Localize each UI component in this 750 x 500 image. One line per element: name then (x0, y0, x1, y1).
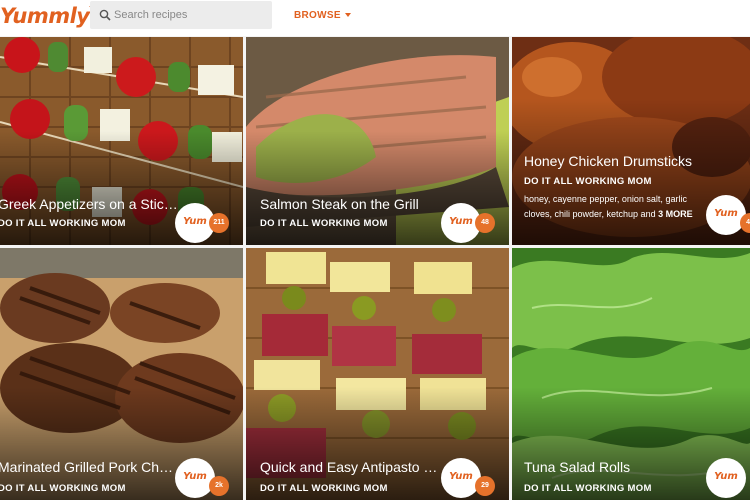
recipe-card-tuna-salad[interactable]: Tuna Salad Rolls DO IT ALL WORKING MOM Y… (512, 248, 750, 500)
top-bar: YummlyTM BROWSE (0, 0, 750, 36)
yum-count: 48 (475, 213, 495, 233)
recipe-title[interactable]: Marinated Grilled Pork Ch… (0, 459, 173, 475)
recipe-card-pork-chops[interactable]: Marinated Grilled Pork Ch… DO IT ALL WOR… (0, 248, 243, 500)
recipe-source[interactable]: DO IT ALL WORKING MOM (260, 483, 388, 494)
recipe-source[interactable]: DO IT ALL WORKING MOM (0, 218, 126, 229)
recipe-title[interactable]: Greek Appetizers on a Stic… (0, 196, 178, 212)
browse-label: BROWSE (294, 10, 341, 21)
yum-button[interactable]: Yum (441, 458, 481, 498)
more-ingredients-link[interactable]: 3 MORE (658, 209, 693, 219)
yum-count: 211 (209, 213, 229, 233)
search-input[interactable] (114, 1, 264, 29)
yum-button[interactable]: Yum (175, 458, 215, 498)
yum-icon: Yum (183, 471, 207, 482)
ingredient-list: honey, cayenne pepper, onion salt, garli… (524, 192, 704, 222)
recipe-title[interactable]: Quick and Easy Antipasto … (260, 459, 437, 475)
recipe-card-antipasto[interactable]: Quick and Easy Antipasto … DO IT ALL WOR… (246, 248, 509, 500)
recipe-title[interactable]: Honey Chicken Drumsticks (524, 153, 692, 169)
yum-count: 2k (209, 476, 229, 496)
recipe-source[interactable]: DO IT ALL WORKING MOM (524, 176, 652, 187)
yum-icon: Yum (449, 471, 473, 482)
recipe-source[interactable]: DO IT ALL WORKING MOM (0, 483, 126, 494)
logo-text: Yummly (0, 4, 90, 28)
recipe-title[interactable]: Tuna Salad Rolls (524, 459, 630, 475)
recipe-title[interactable]: Salmon Steak on the Grill (260, 196, 419, 212)
yum-count: 29 (475, 476, 495, 496)
browse-menu[interactable]: BROWSE (294, 10, 351, 21)
recipe-source[interactable]: DO IT ALL WORKING MOM (524, 483, 652, 494)
yum-icon: Yum (714, 471, 738, 482)
yummly-logo[interactable]: YummlyTM (0, 4, 101, 28)
yum-button[interactable]: Yum (706, 195, 746, 235)
recipe-card-salmon-steak[interactable]: Salmon Steak on the Grill DO IT ALL WORK… (246, 37, 509, 245)
search-box[interactable] (90, 1, 272, 29)
search-icon (99, 8, 111, 26)
recipe-card-greek-appetizers[interactable]: Greek Appetizers on a Stic… DO IT ALL WO… (0, 37, 243, 245)
chevron-down-icon (344, 13, 351, 17)
yum-icon: Yum (714, 208, 738, 219)
recipe-grid: Greek Appetizers on a Stic… DO IT ALL WO… (0, 37, 750, 500)
yum-button[interactable]: Yum (706, 458, 746, 498)
recipe-source[interactable]: DO IT ALL WORKING MOM (260, 218, 388, 229)
recipe-card-honey-chicken[interactable]: Honey Chicken Drumsticks DO IT ALL WORKI… (512, 37, 750, 245)
